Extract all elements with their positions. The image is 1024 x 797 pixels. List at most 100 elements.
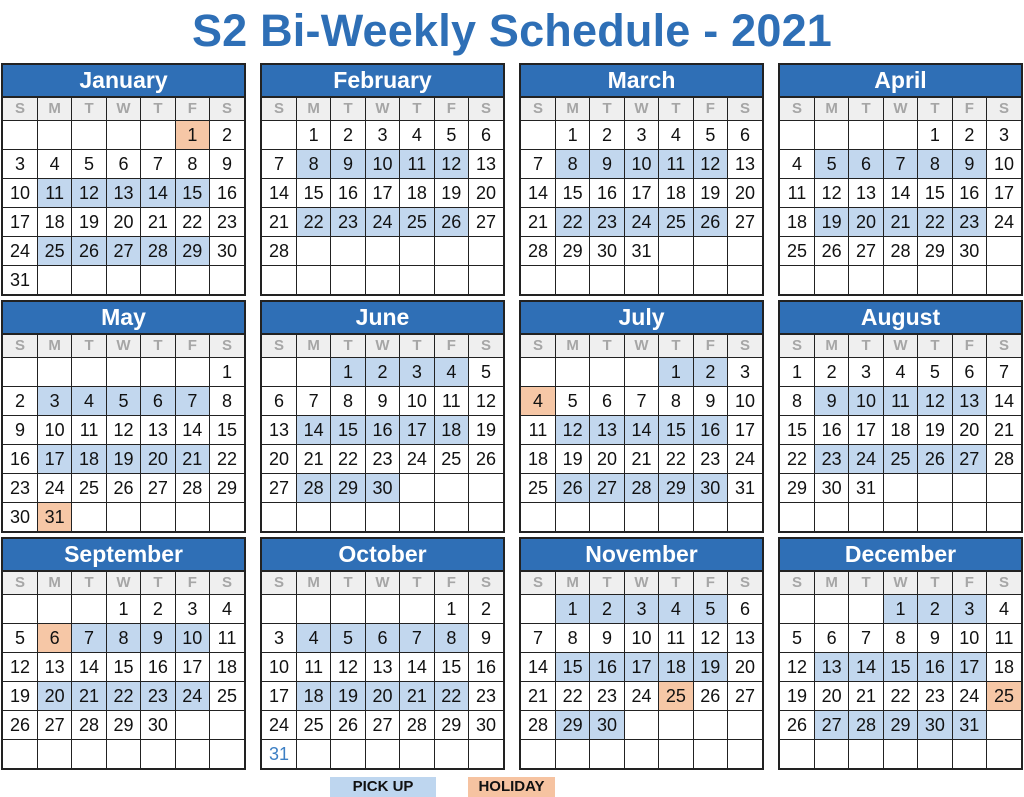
day-cell: 11 [658, 623, 694, 653]
day-cell-pickup: 5 [692, 594, 729, 624]
day-cell: 17 [623, 178, 660, 208]
month-days-grid: S M T W T F S 1 2 3 4 5 6 7 8 9 10 11 12 13 14 15 16 17 18 19 20 21… [521, 98, 762, 294]
day-cell: 13 [468, 149, 503, 179]
day-cell: 28 [882, 236, 919, 266]
empty-day-cell [262, 502, 297, 531]
empty-day-cell [364, 236, 401, 266]
day-cell: 27 [848, 236, 884, 266]
empty-day-cell [986, 473, 1021, 503]
day-cell: 10 [986, 149, 1021, 179]
weekday-label: M [295, 98, 332, 121]
weekday-header-row: SMTWTFS [3, 98, 244, 121]
month-days-grid: S M T W T F S 1 2 3 4 5 6 7 8 9 10 11 12 13 14 15 16 17 18 19 20 21… [3, 98, 244, 294]
day-cell-pickup: 31 [951, 710, 988, 740]
empty-day-cell [364, 739, 401, 768]
weekday-label: F [692, 335, 729, 358]
empty-day-cell [813, 120, 850, 150]
day-cell: 17 [727, 415, 762, 445]
day-cell: 12 [813, 178, 850, 208]
empty-day-cell [780, 120, 815, 150]
empty-day-cell [986, 265, 1021, 294]
empty-day-cell [174, 502, 211, 531]
empty-day-cell [468, 236, 503, 266]
day-cell-pickup: 10 [364, 149, 401, 179]
week-row: 123456 [521, 594, 762, 624]
day-cell-pickup: 21 [174, 444, 211, 474]
empty-day-cell [295, 265, 332, 294]
month-march: March S M T W T F S 1 2 3 4 5 6 7 8 9 10 11 12 13 14 15 16 17 18 1… [519, 63, 764, 296]
weekday-header-row: SMTWTFS [780, 98, 1021, 121]
day-cell: 17 [3, 207, 38, 237]
day-cell-holiday: 31 [36, 502, 73, 531]
empty-day-cell [295, 502, 332, 531]
day-cell: 22 [209, 444, 244, 474]
week-row: 7 8 9 10 11 12 13 [521, 149, 762, 179]
empty-day-cell [623, 739, 660, 768]
day-cell: 27 [262, 473, 297, 503]
day-cell: 13 [848, 178, 884, 208]
day-cell-pickup: 2 [364, 357, 401, 387]
day-cell: 23 [364, 444, 401, 474]
day-cell: 26 [780, 710, 815, 740]
day-cell-pickup: 11 [399, 149, 435, 179]
weekday-label: T [589, 335, 625, 358]
day-cell: 5 [692, 120, 729, 150]
empty-day-cell [658, 265, 694, 294]
day-cell-pickup: 22 [917, 207, 953, 237]
day-cell: 1 [554, 120, 591, 150]
day-cell-pickup: 6 [364, 623, 401, 653]
day-cell-pickup: 19 [692, 652, 729, 682]
weekday-label: S [780, 98, 815, 121]
empty-day-cell [917, 502, 953, 531]
empty-day-cell [692, 710, 729, 740]
day-cell-pickup: 11 [36, 178, 73, 208]
month-may: May S M T W T F S 1 2 3 4 5 6 7 8 9 10 11 12 13 14 15 16 17 18 19 2… [1, 300, 246, 533]
weekday-label: S [468, 98, 503, 121]
empty-day-cell [330, 594, 366, 624]
empty-day-cell [399, 739, 435, 768]
day-cell: 29 [433, 710, 470, 740]
day-cell: 1 [295, 120, 332, 150]
day-cell-pickup: 23 [951, 207, 988, 237]
day-cell-pickup: 29 [174, 236, 211, 266]
day-cell-holiday: 25 [658, 681, 694, 711]
day-cell: 19 [433, 178, 470, 208]
day-cell-pickup: 15 [554, 652, 591, 682]
day-cell-pickup: 11 [658, 149, 694, 179]
empty-day-cell [521, 594, 556, 624]
day-cell-pickup: 2 [589, 594, 625, 624]
day-cell-holiday: 25 [986, 681, 1021, 711]
empty-day-cell [727, 739, 762, 768]
day-cell-pickup: 12 [433, 149, 470, 179]
day-cell-pickup: 2 [692, 357, 729, 387]
empty-day-cell [36, 265, 73, 294]
empty-day-cell [71, 594, 107, 624]
day-cell: 9 [364, 386, 401, 416]
week-row: 21 22 23 24 25 26 27 [521, 207, 762, 237]
month-days-grid: S M T W T F S 1 2 3 4 5 6 7 8 9 10 11 12 13 14 15 16 17 18 19 20 21… [262, 572, 503, 768]
weekday-label: S [727, 572, 762, 595]
day-cell-pickup: 1 [554, 594, 591, 624]
empty-day-cell [105, 502, 142, 531]
week-row: 28 [262, 236, 503, 266]
day-cell-pickup: 17 [36, 444, 73, 474]
day-cell: 15 [105, 652, 142, 682]
weekday-label: M [554, 335, 591, 358]
day-cell-pickup: 8 [295, 149, 332, 179]
empty-day-cell [262, 265, 297, 294]
day-cell-pickup: 14 [623, 415, 660, 445]
month-january: January S M T W T F S 1 2 3 4 5 6 7 8 9 10 11 12 13 14 15 16 17 1… [1, 63, 246, 296]
empty-day-cell [209, 502, 244, 531]
day-cell: 31 [848, 473, 884, 503]
week-row: 21 22 23 24 25 26 27 [521, 681, 762, 711]
month-name: May [3, 302, 244, 335]
day-cell: 1 [917, 120, 953, 150]
week-row: 22 23 24 25 26 27 28 [780, 444, 1021, 474]
day-cell: 3 [3, 149, 38, 179]
empty-day-cell [951, 473, 988, 503]
month-days-grid: S M T W T F S 1 2 3 4 5 6 7 8 9 10 11 12 13 14 15 16 17 18 19 20 21… [521, 572, 762, 768]
day-cell-pickup: 11 [882, 386, 919, 416]
week-row: 123 [521, 357, 762, 387]
weekday-label: S [3, 335, 38, 358]
day-cell-pickup: 14 [295, 415, 332, 445]
